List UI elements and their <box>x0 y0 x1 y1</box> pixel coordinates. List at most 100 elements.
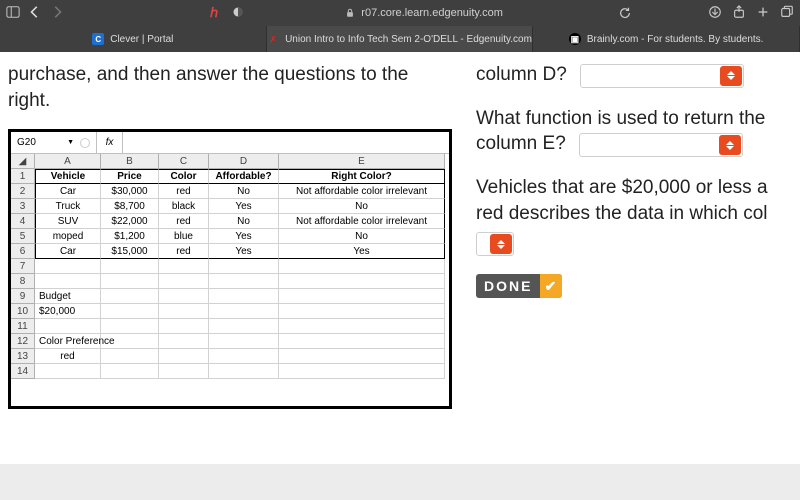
ecell <box>209 304 279 319</box>
col-hdr: C <box>159 154 209 169</box>
shield-icon[interactable] <box>232 6 244 21</box>
ecell <box>209 259 279 274</box>
row-hdr: 1 <box>11 169 35 184</box>
reload-icon[interactable] <box>618 6 632 20</box>
q1-tail: column D? <box>476 64 567 85</box>
row-hdr: 2 <box>11 184 35 199</box>
tab-label: Brainly.com - For students. By students. <box>587 34 764 45</box>
download-icon[interactable] <box>708 5 722 22</box>
forward-icon <box>50 5 64 22</box>
page-body: purchase, and then answer the questions … <box>0 52 800 464</box>
row-hdr: 12 <box>11 334 35 349</box>
hcell: Vehicle <box>35 169 101 184</box>
hcell: Price <box>101 169 159 184</box>
dcell: Truck <box>35 199 101 214</box>
dcell: moped <box>35 229 101 244</box>
dcell: Not affordable color irrelevant <box>279 214 445 229</box>
ecell <box>209 349 279 364</box>
row-hdr: 3 <box>11 199 35 214</box>
tab-clever[interactable]: C Clever | Portal <box>0 26 267 52</box>
ecell <box>279 334 445 349</box>
dcell: Car <box>35 244 101 259</box>
dcell: Yes <box>209 199 279 214</box>
row-hdr: 10 <box>11 304 35 319</box>
ecell <box>159 364 209 379</box>
page-footer <box>0 464 800 500</box>
hcell: Right Color? <box>279 169 445 184</box>
dcell: red <box>159 244 209 259</box>
ecell <box>101 274 159 289</box>
tabs-icon[interactable] <box>780 5 794 22</box>
dcell: Yes <box>209 229 279 244</box>
ecell <box>35 319 101 334</box>
dcell: Yes <box>209 244 279 259</box>
ecell <box>209 364 279 379</box>
ecell <box>101 349 159 364</box>
row-hdr: 6 <box>11 244 35 259</box>
ecell <box>279 289 445 304</box>
address-bar[interactable]: r07.core.learn.edgenuity.com <box>252 7 596 19</box>
new-tab-icon[interactable] <box>756 5 770 22</box>
row-hdr: 14 <box>11 364 35 379</box>
dcell: blue <box>159 229 209 244</box>
dcell: $1,200 <box>101 229 159 244</box>
extension-icon[interactable]: ℎ <box>210 5 218 21</box>
check-icon: ✔ <box>540 274 562 298</box>
ecell <box>209 319 279 334</box>
budget-label-cell: Budget <box>35 289 101 304</box>
pref-label-cell: Color Preference <box>35 334 101 349</box>
col-hdr: A <box>35 154 101 169</box>
ecell <box>101 364 159 379</box>
spreadsheet-image: G20 ▼ fx ◢ A B C D E 1 Vehicle Price Co <box>8 129 452 409</box>
ecell <box>159 319 209 334</box>
pref-value-cell: red <box>35 349 101 364</box>
dcell: No <box>209 184 279 199</box>
back-icon[interactable] <box>28 5 42 22</box>
share-icon[interactable] <box>732 5 746 22</box>
sidebar-toggle-icon[interactable] <box>6 5 20 22</box>
ecell <box>35 259 101 274</box>
spreadsheet-grid: ◢ A B C D E 1 Vehicle Price Color Afford… <box>11 154 449 379</box>
row-hdr: 13 <box>11 349 35 364</box>
hcell: Color <box>159 169 209 184</box>
row-hdr: 4 <box>11 214 35 229</box>
row-hdr: 9 <box>11 289 35 304</box>
name-box-value: G20 <box>17 137 36 148</box>
name-box: G20 ▼ <box>11 132 97 153</box>
ecell <box>101 319 159 334</box>
answer-dropdown-1[interactable] <box>580 64 744 88</box>
favicon-brainly: ▣ <box>569 33 581 45</box>
favicon-clever: C <box>92 33 104 45</box>
ecell <box>159 334 209 349</box>
ecell <box>209 334 279 349</box>
ecell <box>209 274 279 289</box>
formula-bar <box>123 132 449 153</box>
tab-edgenuity[interactable]: ✗ Union Intro to Info Tech Sem 2-O'DELL … <box>267 26 534 52</box>
ecell <box>279 259 445 274</box>
ecell <box>159 349 209 364</box>
dcell: $15,000 <box>101 244 159 259</box>
tab-label: Clever | Portal <box>110 34 173 45</box>
ecell <box>35 364 101 379</box>
dcell: red <box>159 214 209 229</box>
toolbar: ℎ r07.core.learn.edgenuity.com <box>0 0 800 26</box>
namebox-circle-icon <box>80 138 90 148</box>
answer-dropdown-3[interactable] <box>476 232 514 256</box>
budget-value-cell: $20,000 <box>35 304 101 319</box>
instruction-line: right. <box>8 90 50 111</box>
col-hdr: D <box>209 154 279 169</box>
ecell <box>159 274 209 289</box>
done-button[interactable]: DONE ✔ <box>476 274 562 298</box>
q2-tail: column E? <box>476 133 566 154</box>
col-hdr: E <box>279 154 445 169</box>
dcell: Car <box>35 184 101 199</box>
done-label: DONE <box>476 278 540 294</box>
ecell <box>279 274 445 289</box>
ecell <box>279 304 445 319</box>
stepper-icon <box>490 234 512 254</box>
ecell <box>35 274 101 289</box>
q2-line1: What function is used to return the <box>476 106 792 132</box>
answer-dropdown-2[interactable] <box>579 133 743 157</box>
ecell <box>209 289 279 304</box>
tab-brainly[interactable]: ▣ Brainly.com - For students. By student… <box>533 26 800 52</box>
